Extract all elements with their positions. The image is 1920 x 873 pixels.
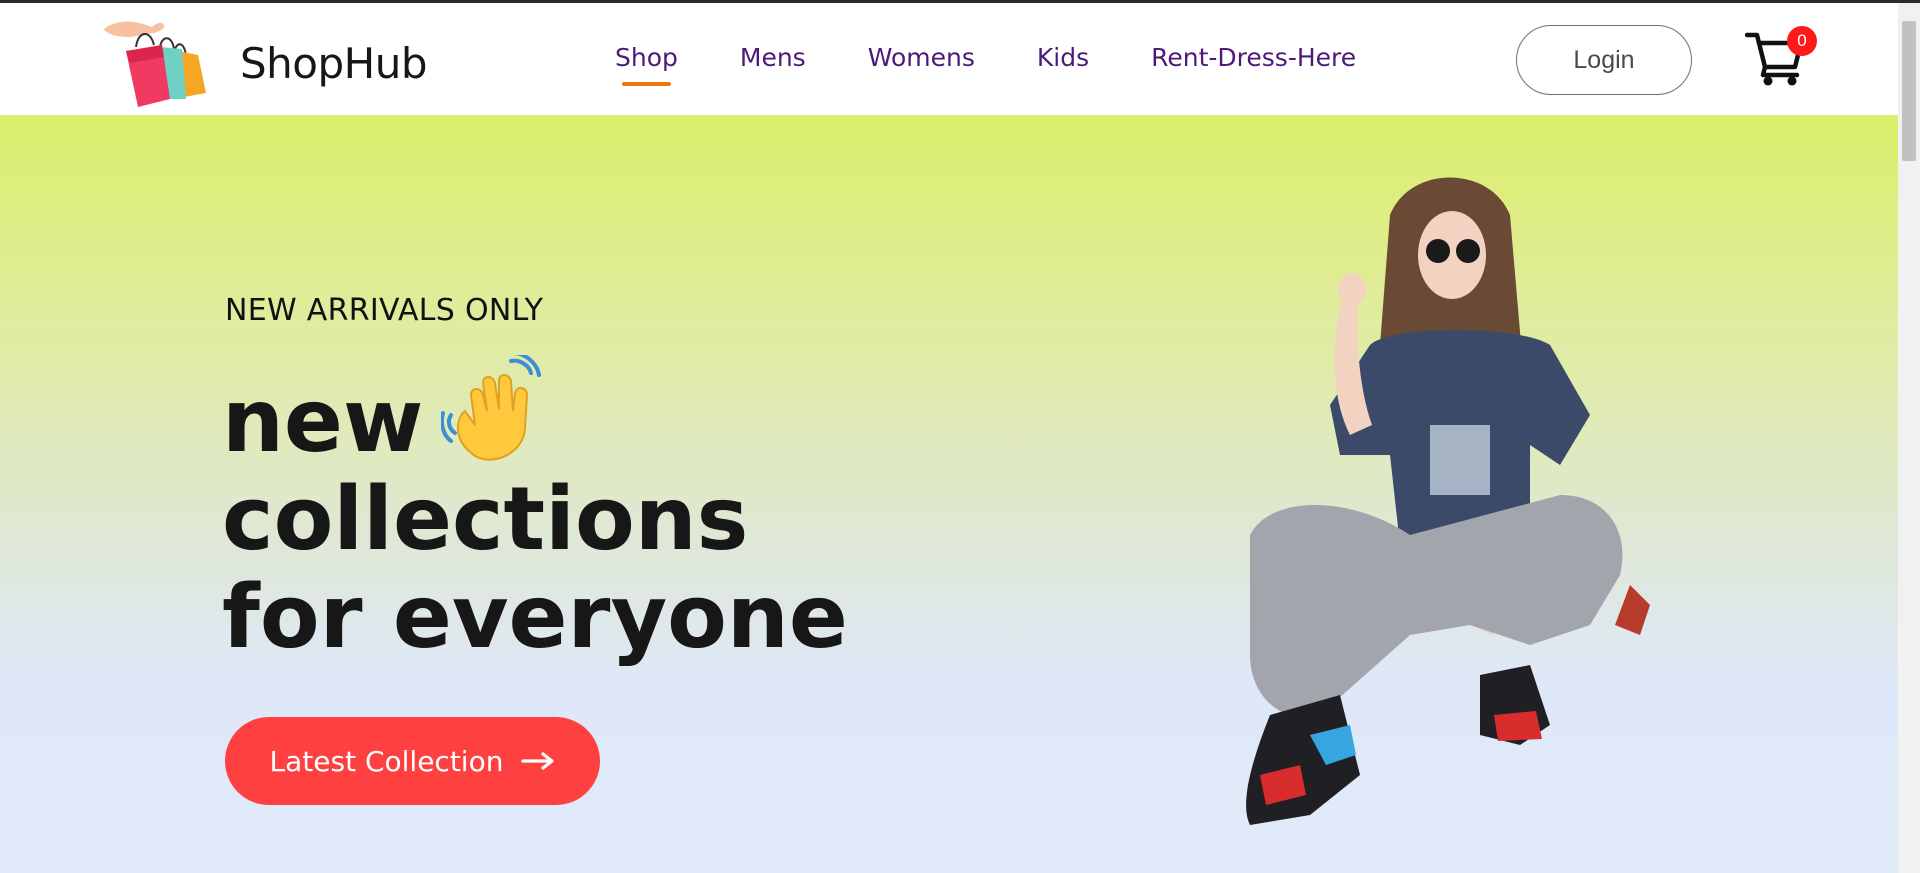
nav-item-kids[interactable]: Kids — [1037, 43, 1089, 72]
nav-item-womens[interactable]: Womens — [868, 43, 975, 72]
headline-line-2: collections — [222, 468, 749, 570]
brand-name: ShopHub — [240, 39, 428, 88]
headline-line-1: new — [222, 370, 424, 472]
nav-item-mens[interactable]: Mens — [740, 43, 806, 72]
hero-banner: NEW ARRIVALS ONLY new collections for ev… — [0, 115, 1898, 873]
cart-count-badge: 0 — [1787, 26, 1817, 56]
brand-logo[interactable]: ShopHub — [100, 17, 428, 109]
headline-line-3: for everyone — [222, 566, 848, 668]
page-scrollbar[interactable] — [1898, 3, 1920, 873]
hero-eyebrow: NEW ARRIVALS ONLY — [225, 293, 544, 328]
hero-model-image — [1246, 177, 1650, 825]
nav-item-shop[interactable]: Shop — [615, 43, 678, 86]
waving-hand-icon — [441, 355, 542, 461]
latest-collection-label: Latest Collection — [269, 744, 504, 778]
hero-headline: new collections for everyone — [222, 355, 848, 666]
nav-item-rent-dress-here[interactable]: Rent-Dress-Here — [1151, 43, 1356, 72]
main-nav: Shop Mens Womens Kids Rent-Dress-Here — [615, 43, 1356, 86]
navbar: ShopHub Shop Mens Womens Kids Rent-Dress… — [0, 3, 1898, 115]
arrow-right-icon — [521, 752, 555, 770]
latest-collection-button[interactable]: Latest Collection — [225, 717, 600, 805]
scrollbar-thumb[interactable] — [1902, 21, 1916, 161]
login-button[interactable]: Login — [1516, 25, 1692, 95]
shopping-bags-icon — [104, 21, 206, 107]
